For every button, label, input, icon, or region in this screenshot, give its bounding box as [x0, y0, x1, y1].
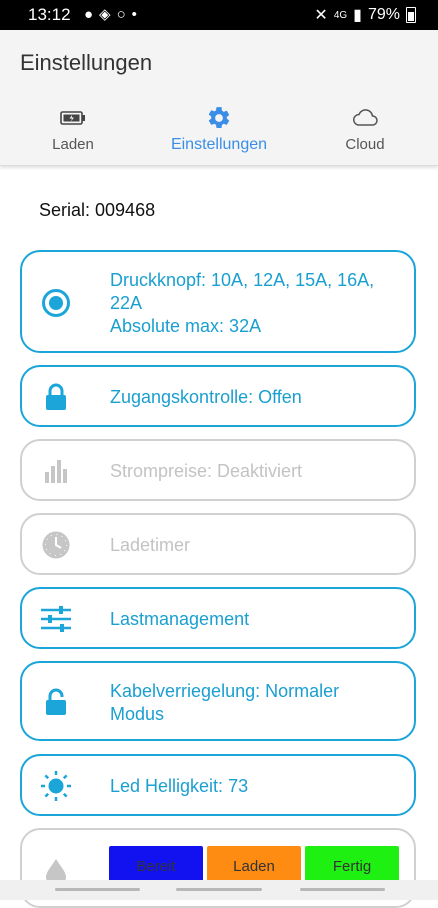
- clock-icon: [40, 529, 72, 561]
- network-type: 4G: [333, 9, 348, 21]
- setting-text-line: Zugangskontrolle: Offen: [110, 387, 302, 407]
- setting-text-line: Lastmanagement: [110, 609, 250, 629]
- setting-text-line: Kabelverriegelung: Normaler: [110, 681, 340, 701]
- signal-icon: ▮: [353, 7, 362, 24]
- setting-text-line: Strompreise: Deaktiviert: [110, 461, 303, 481]
- sliders-icon: [40, 603, 72, 635]
- serial-number: Serial: 009468: [39, 200, 156, 220]
- led-brightness-setting[interactable]: Led Helligkeit: 73: [20, 754, 416, 816]
- setting-text-line: 22A: [110, 293, 143, 313]
- tab-laden[interactable]: Laden: [0, 100, 146, 165]
- setting-text-line: Ladetimer: [110, 535, 191, 555]
- tab-cloud[interactable]: Cloud: [292, 100, 438, 165]
- gear-icon: [208, 107, 230, 128]
- led-color-label: Laden: [233, 857, 275, 875]
- notification-icons: ●◈○•: [84, 6, 143, 23]
- status-bar: 13:12 ●◈○• ✕ 4G ▮ 79%: [0, 0, 438, 30]
- home-button[interactable]: [176, 888, 262, 891]
- cable-lock-setting[interactable]: Kabelverriegelung: Normaler Modus: [20, 661, 416, 741]
- tab-einstellungen[interactable]: Einstellungen: [146, 100, 292, 165]
- radio-button-icon: [40, 287, 72, 319]
- battery-percent: 79%: [367, 6, 400, 23]
- battery-icon: [406, 7, 416, 23]
- bar-chart-icon: [40, 455, 72, 487]
- lock-icon: [40, 381, 72, 413]
- setting-text-line: Druckknopf: 10A, 12A, 15A, 16A,: [110, 270, 375, 290]
- electricity-price-setting[interactable]: Strompreise: Deaktiviert: [20, 439, 416, 501]
- setting-text-line: Absolute max: 32A: [110, 316, 262, 336]
- mute-icon: ✕: [314, 7, 328, 24]
- access-control-setting[interactable]: Zugangskontrolle: Offen: [20, 365, 416, 427]
- navigation-bar: [0, 880, 438, 900]
- unlock-icon: [40, 686, 72, 718]
- status-right: ✕ 4G ▮ 79%: [314, 5, 416, 25]
- tab-bar: Laden Einstellungen Cloud: [0, 100, 438, 165]
- sun-icon: [40, 770, 72, 802]
- setting-text-line: Modus: [110, 704, 165, 724]
- tab-einstellungen-label: Einstellungen: [170, 136, 268, 153]
- load-management-setting[interactable]: Lastmanagement: [20, 587, 416, 649]
- charge-timer-setting[interactable]: Ladetimer: [20, 513, 416, 575]
- page-title: Einstellungen: [20, 50, 153, 75]
- status-time: 13:12: [28, 5, 71, 24]
- tab-cloud-label: Cloud: [345, 136, 385, 153]
- recent-apps-button[interactable]: [55, 888, 140, 891]
- tab-laden-label: Laden: [52, 136, 94, 153]
- app-bar: Einstellungen Laden Einstellungen Cloud: [0, 30, 438, 166]
- pushbutton-current-setting[interactable]: Druckknopf: 10A, 12A, 15A, 16A, 22A Abso…: [20, 250, 416, 353]
- cloud-icon: [352, 109, 378, 126]
- back-button[interactable]: [300, 888, 385, 891]
- battery-charging-icon: [60, 111, 85, 125]
- setting-text-line: Led Helligkeit: 73: [110, 776, 249, 796]
- led-color-label: Fertig: [332, 857, 372, 875]
- led-color-label: Bereit: [136, 857, 176, 875]
